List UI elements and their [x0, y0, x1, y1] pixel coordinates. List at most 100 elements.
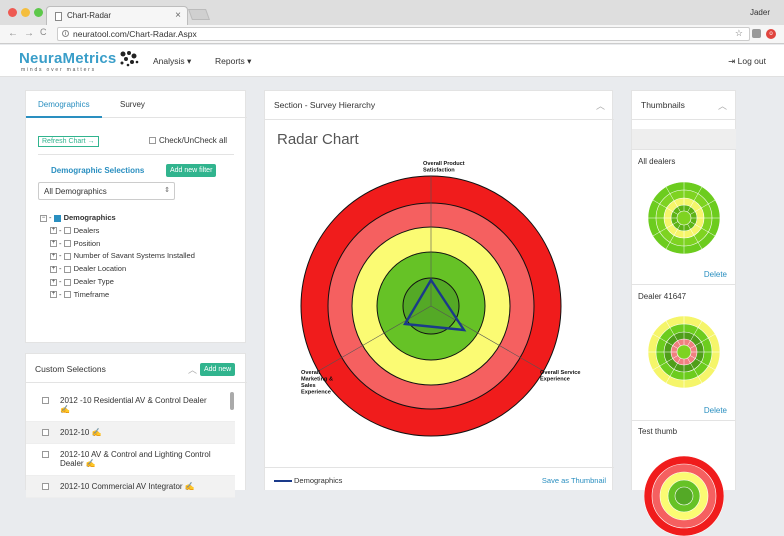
tree-item[interactable]: + - Position — [40, 238, 195, 251]
add-filter-button[interactable]: Add new filter — [166, 164, 217, 177]
logout-link[interactable]: ⇥ Log out — [728, 56, 766, 67]
expand-icon[interactable]: + — [50, 227, 57, 235]
chart-legend[interactable]: Demographics — [274, 476, 342, 485]
edit-icon[interactable]: ✍ — [86, 459, 96, 468]
divider — [265, 467, 614, 468]
reload-icon[interactable]: C — [40, 27, 47, 37]
close-tab-icon[interactable]: × — [175, 10, 181, 21]
collapse-chevron-icon[interactable]: ︿ — [596, 99, 605, 112]
info-icon[interactable]: i — [62, 30, 69, 37]
demographics-tree: − - Demographics + - Dealers + - Position +… — [40, 212, 195, 302]
app-navbar: NeuraMetrics minds over matters Analysis… — [0, 45, 784, 77]
collapse-icon[interactable]: − — [40, 214, 47, 222]
checkbox[interactable] — [42, 429, 49, 436]
list-item[interactable]: 2012 -10 Residential AV & Control Dealer… — [26, 390, 235, 422]
chart-title: Radar Chart — [277, 131, 359, 148]
checkbox[interactable] — [63, 252, 71, 260]
tab-title: Chart-Radar — [67, 11, 112, 20]
new-tab-button[interactable] — [187, 9, 211, 20]
legend-line-icon — [274, 480, 292, 483]
checkbox[interactable] — [42, 483, 49, 490]
logo[interactable]: NeuraMetrics minds over matters — [19, 50, 139, 73]
checkbox[interactable] — [63, 240, 71, 248]
check-all-checkbox[interactable] — [149, 137, 156, 145]
radar-chart: Overall Product Satisfaction Overall Servi… — [300, 161, 580, 437]
list-item[interactable]: 2012-10 Commercial AV Integrator ✍ — [26, 476, 235, 498]
list-item[interactable]: 2012-10 AV & Control and Lighting Contro… — [26, 444, 235, 476]
demographics-panel: Demographics Survey Refresh Chart → Chec… — [25, 90, 247, 343]
tab-demographics[interactable]: Demographics — [26, 100, 102, 118]
thumbnails-panel: Thumbnails ︿ All dealers Delete Dealer 4… — [631, 90, 736, 536]
delete-thumbnail-link[interactable]: Delete — [704, 406, 727, 415]
add-new-selection-button[interactable]: Add new — [200, 363, 236, 376]
divider — [26, 382, 247, 383]
url-field[interactable]: i neuratool.com/Chart-Radar.Aspx ☆ — [57, 27, 750, 41]
logo-text: NeuraMetrics — [19, 50, 117, 67]
checkbox[interactable] — [63, 291, 71, 299]
tree-root-label: Demographics — [63, 213, 116, 222]
tab-survey[interactable]: Survey — [120, 100, 145, 109]
expand-icon[interactable]: + — [50, 252, 57, 260]
save-thumbnail-link[interactable]: Save as Thumbnail — [542, 476, 606, 485]
checkbox[interactable] — [63, 265, 71, 273]
bookmark-star-icon[interactable]: ☆ — [735, 28, 743, 39]
menu-analysis[interactable]: Analysis ▾ — [153, 56, 191, 67]
custom-selections-list: 2012 -10 Residential AV & Control Dealer… — [26, 390, 235, 498]
address-bar-row: ← → C i neuratool.com/Chart-Radar.Aspx ☆… — [0, 25, 784, 44]
list-item[interactable]: 2012-10 ✍ — [26, 422, 235, 444]
divider — [632, 284, 736, 285]
browser-tab[interactable]: Chart-Radar × — [46, 6, 188, 25]
section-title: Section - Survey Hierarchy — [274, 100, 376, 110]
back-arrow-icon[interactable]: ← — [8, 28, 18, 39]
extension-icon[interactable] — [752, 29, 761, 38]
tree-item[interactable]: + - Timeframe — [40, 289, 195, 302]
scrollbar-thumb[interactable] — [230, 392, 234, 410]
tree-item[interactable]: + - Dealers — [40, 225, 195, 238]
check-all-toggle[interactable]: Check/UnCheck all — [149, 136, 227, 145]
minimize-window-icon[interactable] — [21, 8, 30, 17]
thumbnail-title: Test thumb — [638, 427, 678, 436]
forward-arrow-icon[interactable]: → — [24, 28, 34, 39]
thumbnail-title: Dealer 41647 — [638, 292, 687, 301]
thumbnail-ring — [676, 210, 692, 226]
divider — [265, 119, 614, 120]
expand-icon[interactable]: + — [50, 291, 57, 299]
collapse-chevron-icon[interactable]: ︿ — [188, 363, 197, 376]
tree-item[interactable]: + - Dealer Location — [40, 263, 195, 276]
edit-icon[interactable]: ✍ — [92, 428, 102, 437]
thumbnail-chart[interactable] — [644, 178, 724, 258]
thumbnail-chart[interactable] — [644, 456, 724, 536]
chart-panel: Section - Survey Hierarchy ︿ Radar Chart… — [264, 90, 614, 490]
divider — [632, 420, 736, 421]
demographics-select[interactable]: All Demographics ⇕ — [38, 182, 175, 200]
divider — [632, 119, 736, 120]
extension-badge-icon[interactable]: o — [766, 29, 776, 39]
thumbnail-chart[interactable] — [644, 312, 724, 392]
maximize-window-icon[interactable] — [34, 8, 43, 17]
select-caret-icon: ⇕ — [164, 187, 170, 194]
thumbnails-title: Thumbnails — [641, 100, 685, 110]
checkbox[interactable] — [42, 451, 49, 458]
profile-name[interactable]: Jader — [750, 8, 770, 17]
collapse-chevron-icon[interactable]: ︿ — [718, 99, 727, 112]
thumbnail-search-bar — [632, 129, 736, 149]
expand-icon[interactable]: + — [50, 278, 57, 286]
thumbnail-ring — [676, 344, 692, 360]
menu-reports[interactable]: Reports ▾ — [215, 56, 251, 67]
delete-thumbnail-link[interactable]: Delete — [704, 270, 727, 279]
divider — [38, 154, 234, 155]
close-window-icon[interactable] — [8, 8, 17, 17]
edit-icon[interactable]: ✍ — [60, 405, 70, 414]
checkbox[interactable] — [63, 227, 71, 235]
expand-icon[interactable]: + — [50, 240, 57, 248]
refresh-chart-button[interactable]: Refresh Chart → — [38, 136, 99, 147]
tree-item[interactable]: + - Number of Savant Systems Installed — [40, 250, 195, 263]
panel-tabs: Demographics Survey — [26, 91, 247, 118]
browser-chrome: Chart-Radar × Jader ← → C i neuratool.co… — [0, 0, 784, 44]
radar-axis-label: Overall Product Satisfaction — [423, 161, 465, 174]
expand-icon[interactable]: + — [50, 265, 57, 273]
checkbox[interactable] — [63, 278, 71, 286]
checkbox[interactable] — [42, 397, 49, 404]
tree-item[interactable]: + - Dealer Type — [40, 276, 195, 289]
checkbox-demographics[interactable] — [53, 214, 61, 222]
